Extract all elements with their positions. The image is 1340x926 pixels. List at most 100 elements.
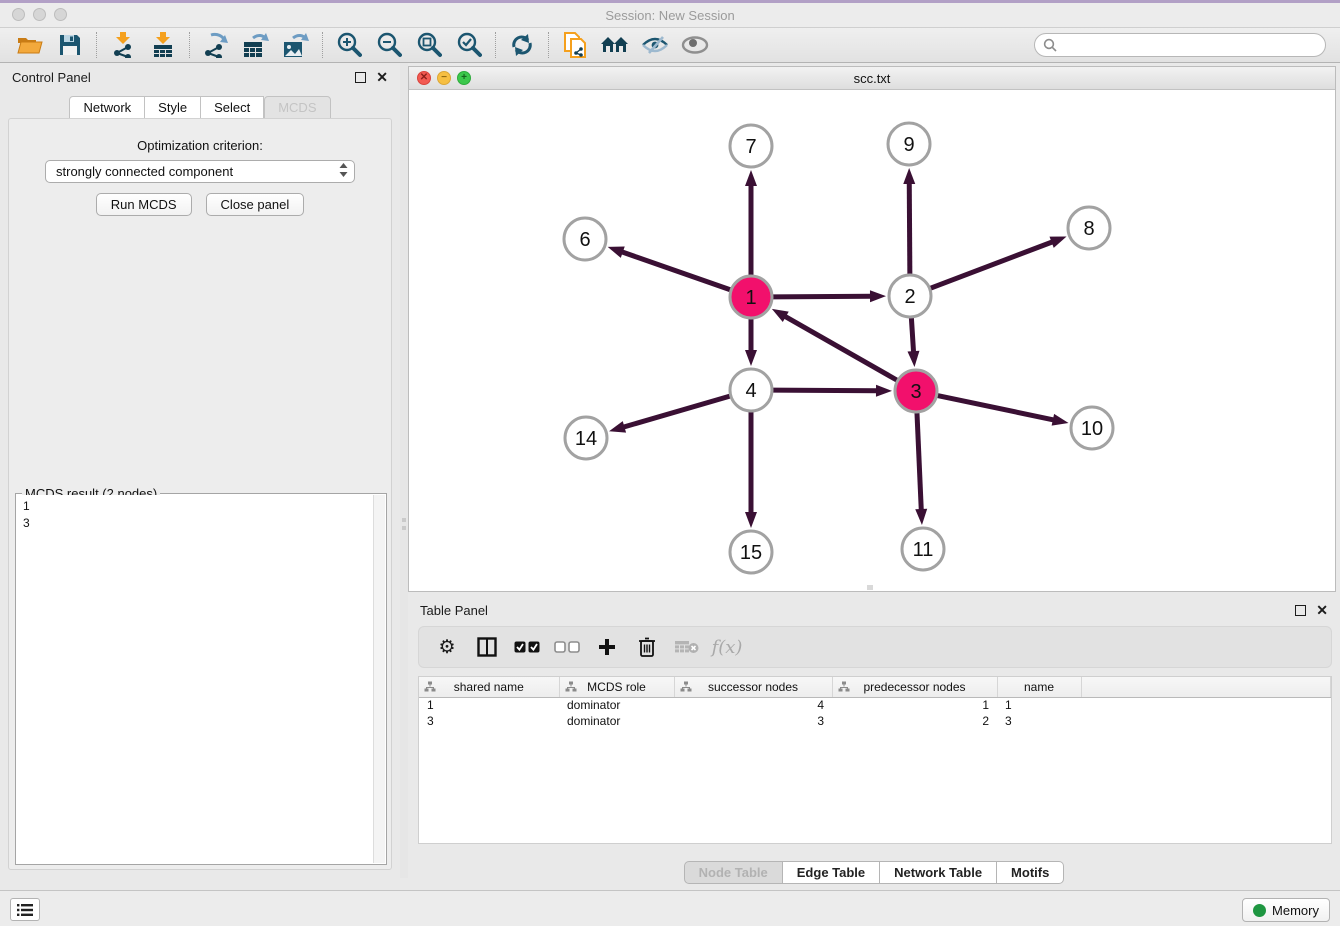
graph-edge-1-2[interactable] (773, 290, 886, 302)
graph-node-11[interactable]: 11 (902, 528, 944, 570)
graph-edge-2-3[interactable] (907, 318, 919, 367)
network-canvas[interactable]: 7 9 6 8 1 2 4 3 14 10 15 11 (409, 90, 1335, 591)
graph-edge-2-8[interactable] (931, 237, 1067, 289)
refresh-view-icon[interactable] (502, 30, 542, 60)
close-panel-icon[interactable]: ✕ (376, 72, 388, 83)
graph-edge-1-6[interactable] (608, 247, 731, 290)
show-view-eye-icon[interactable] (675, 30, 715, 60)
run-mcds-button[interactable]: Run MCDS (96, 193, 192, 216)
zoom-fit-icon[interactable] (409, 30, 449, 60)
column-header-predecessor-nodes[interactable]: predecessor nodes (832, 677, 997, 697)
graph-node-8[interactable]: 8 (1068, 207, 1110, 249)
clone-network-icon[interactable] (555, 30, 595, 60)
network-maximize-icon[interactable]: + (457, 71, 471, 85)
network-close-icon[interactable]: ✕ (417, 71, 431, 85)
graph-edge-4-15[interactable] (745, 412, 757, 528)
graph-node-6[interactable]: 6 (564, 218, 606, 260)
graph-node-15[interactable]: 15 (730, 531, 772, 573)
tab-style[interactable]: Style (145, 96, 201, 119)
close-panel-button[interactable]: Close panel (206, 193, 305, 216)
table-row[interactable]: 3dominator323 (419, 713, 1331, 729)
column-header-name[interactable]: name (997, 677, 1081, 697)
zoom-in-icon[interactable] (329, 30, 369, 60)
export-image-icon[interactable] (276, 30, 316, 60)
search-field[interactable] (1034, 33, 1326, 57)
svg-text:14: 14 (575, 428, 597, 450)
tab-network[interactable]: Network (69, 96, 145, 119)
graph-node-4[interactable]: 4 (730, 369, 772, 411)
graph-node-1[interactable]: 1 (730, 276, 772, 318)
import-network-icon[interactable] (103, 30, 143, 60)
table-cell: 3 (674, 713, 832, 729)
column-header-shared-name[interactable]: shared name (419, 677, 559, 697)
mcds-result-text[interactable]: 13 (17, 495, 373, 863)
tab-node-table[interactable]: Node Table (684, 861, 783, 884)
tab-edge-table[interactable]: Edge Table (783, 861, 880, 884)
home-icon[interactable] (595, 30, 635, 60)
graph-node-2[interactable]: 2 (889, 275, 931, 317)
graph-edge-4-3[interactable] (773, 385, 892, 397)
table-tabs: Node Table Edge Table Network Table Moti… (408, 861, 1340, 884)
table-row[interactable]: 1dominator411 (419, 697, 1331, 713)
select-all-checkboxes-icon[interactable] (509, 631, 545, 663)
save-session-icon[interactable] (50, 30, 90, 60)
graph-node-10[interactable]: 10 (1071, 407, 1113, 449)
add-column-icon[interactable] (589, 631, 625, 663)
table-cell: 4 (674, 697, 832, 713)
split-columns-icon[interactable] (469, 631, 505, 663)
table-cell: dominator (559, 697, 674, 713)
canvas-resize-handle[interactable] (867, 585, 873, 590)
float-table-panel-icon[interactable] (1295, 605, 1306, 616)
column-header-successor-nodes[interactable]: successor nodes (674, 677, 832, 697)
tab-select[interactable]: Select (201, 96, 264, 119)
memory-button[interactable]: Memory (1242, 898, 1330, 922)
export-table-icon[interactable] (236, 30, 276, 60)
mcds-result-scrollbar[interactable] (373, 495, 385, 863)
task-history-button[interactable] (10, 898, 40, 921)
hide-preview-eye-icon[interactable] (635, 30, 675, 60)
graph-node-7[interactable]: 7 (730, 125, 772, 167)
table-toolbar: ⚙ f(x) (418, 626, 1332, 668)
export-network-icon[interactable] (196, 30, 236, 60)
graph-node-3[interactable]: 3 (895, 370, 937, 412)
tab-motifs[interactable]: Motifs (997, 861, 1064, 884)
float-panel-icon[interactable] (355, 72, 366, 83)
graph-edge-3-1[interactable] (772, 309, 897, 380)
network-minimize-icon[interactable]: − (437, 71, 451, 85)
graph-edge-1-7[interactable] (745, 170, 757, 275)
graph-edge-3-11[interactable] (915, 413, 927, 525)
minimize-window-button[interactable] (33, 8, 46, 21)
deselect-all-checkboxes-icon[interactable] (549, 631, 585, 663)
column-header-mcds-role[interactable]: MCDS role (559, 677, 674, 697)
graph-node-14[interactable]: 14 (565, 417, 607, 459)
table-cell: 1 (997, 697, 1081, 713)
tab-network-table[interactable]: Network Table (880, 861, 997, 884)
delete-column-icon[interactable] (629, 631, 665, 663)
network-window-titlebar[interactable]: ✕ − + scc.txt (409, 67, 1335, 90)
criterion-value: strongly connected component (56, 164, 233, 179)
fx-label: f(x) (712, 637, 743, 658)
zoom-out-icon[interactable] (369, 30, 409, 60)
maximize-window-button[interactable] (54, 8, 67, 21)
graph-edge-4-14[interactable] (609, 396, 730, 432)
criterion-dropdown[interactable]: strongly connected component (45, 160, 355, 183)
search-input[interactable] (1063, 38, 1317, 52)
close-table-panel-icon[interactable]: ✕ (1316, 605, 1328, 616)
import-table-icon[interactable] (143, 30, 183, 60)
zoom-selected-icon[interactable] (449, 30, 489, 60)
graph-edge-1-4[interactable] (745, 319, 757, 366)
graph-edge-3-10[interactable] (938, 396, 1069, 426)
graph-edge-2-9[interactable] (903, 168, 915, 274)
open-file-icon[interactable] (10, 30, 50, 60)
svg-text:4: 4 (745, 380, 756, 402)
settings-gear-icon[interactable]: ⚙ (429, 631, 465, 663)
tab-mcds[interactable]: MCDS (264, 96, 330, 119)
close-window-button[interactable] (12, 8, 25, 21)
table-cell: 3 (419, 713, 559, 729)
panel-splitter[interactable] (400, 63, 408, 878)
toolbar-separator (548, 32, 549, 58)
node-table: shared name MCDS role successor nodes (418, 676, 1332, 844)
graph-node-9[interactable]: 9 (888, 123, 930, 165)
svg-text:1: 1 (745, 287, 756, 309)
table-cell: 2 (832, 713, 997, 729)
